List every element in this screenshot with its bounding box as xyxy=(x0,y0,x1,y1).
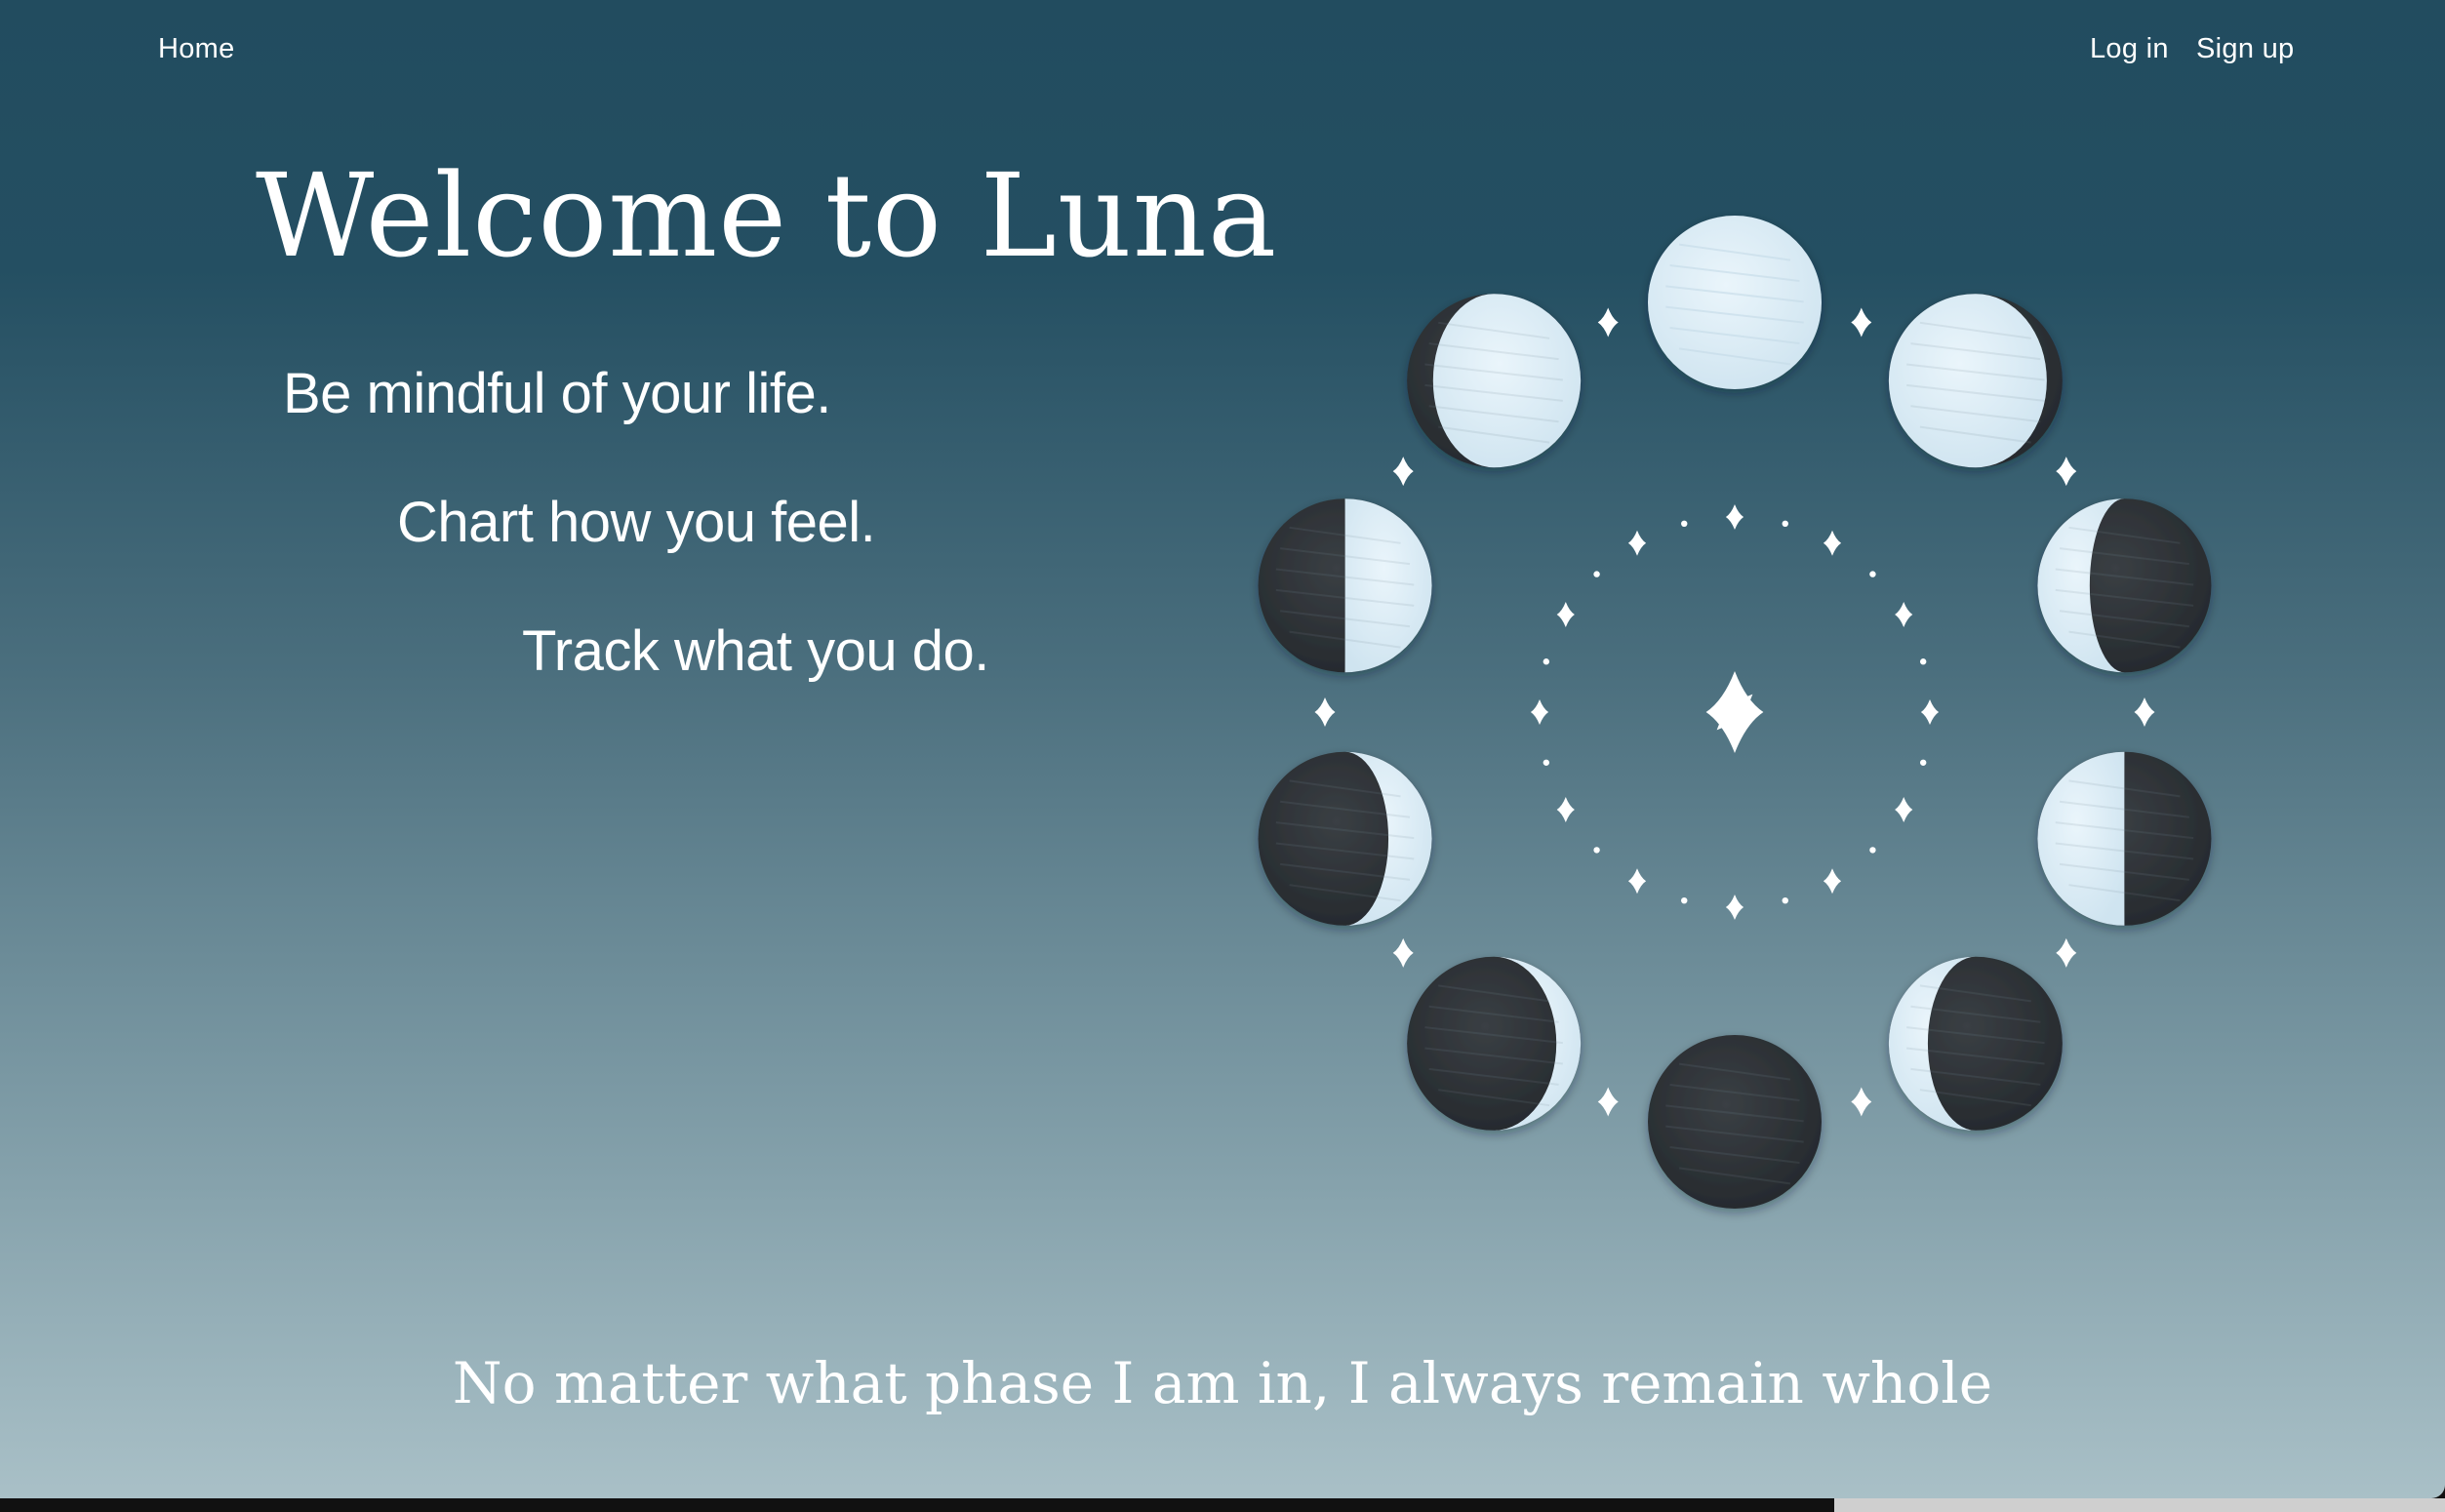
moon-phase-icon xyxy=(1888,956,2063,1131)
small-sparkle-icon xyxy=(1895,797,1913,822)
moon-phase-icon xyxy=(1888,294,2063,468)
small-sparkle-icon xyxy=(1556,797,1575,822)
small-sparkle-icon xyxy=(1920,699,1940,725)
small-sparkle-icon xyxy=(1627,530,1647,556)
dot-icon xyxy=(1543,759,1550,766)
small-sparkle-icon xyxy=(1895,602,1913,627)
sparkle-icon xyxy=(1597,1087,1619,1117)
small-sparkle-icon xyxy=(1823,868,1842,895)
moon-phase-wheel xyxy=(1258,216,2212,1209)
moon-new-icon xyxy=(1648,1035,1822,1209)
dot-icon xyxy=(1919,759,1927,766)
dot-icon xyxy=(1593,847,1600,854)
window-bottom-edge xyxy=(0,1498,2445,1512)
dot-icon xyxy=(1782,896,1788,904)
small-sparkle-icon xyxy=(1627,868,1647,895)
moon-phase-icon xyxy=(2037,498,2212,673)
dot-icon xyxy=(1543,658,1550,665)
moon-phase-icon xyxy=(2037,751,2212,926)
small-sparkle-icon xyxy=(1530,699,1549,725)
sparkle-icon xyxy=(2134,697,2155,727)
dot-icon xyxy=(1593,571,1600,577)
footer-quote: No matter what phase I am in, I always r… xyxy=(452,1350,1993,1416)
moon-phase-icon xyxy=(1258,751,1432,926)
small-sparkle-icon xyxy=(1823,530,1842,556)
moon-phase-icon xyxy=(1407,294,1582,468)
sparkle-icon xyxy=(1851,307,1872,338)
sparkle-icon xyxy=(1597,307,1619,338)
sparkle-icon xyxy=(1314,697,1336,727)
sparkle-icon xyxy=(1392,457,1414,487)
small-sparkle-icon xyxy=(1556,602,1575,627)
dot-icon xyxy=(1681,520,1688,528)
dot-icon xyxy=(1681,896,1688,904)
dot-icon xyxy=(1782,520,1788,528)
moon-full-icon xyxy=(1648,216,1822,389)
sparkle-icon xyxy=(2056,457,2077,487)
small-sparkle-icon xyxy=(1725,504,1744,530)
moon-phase-icon xyxy=(1407,956,1582,1131)
dot-icon xyxy=(1869,571,1876,577)
sparkle-star-icon xyxy=(1705,671,1764,753)
dot-icon xyxy=(1919,658,1927,665)
sparkle-icon xyxy=(2056,937,2077,968)
landing-page: Home Log in Sign up Welcome to Luna Be m… xyxy=(0,0,2445,1498)
sparkle-icon xyxy=(1851,1087,1872,1117)
dot-icon xyxy=(1869,847,1876,854)
sparkle-icon xyxy=(1392,937,1414,968)
small-sparkle-icon xyxy=(1725,895,1744,920)
moon-phase-icon xyxy=(1258,498,1432,673)
